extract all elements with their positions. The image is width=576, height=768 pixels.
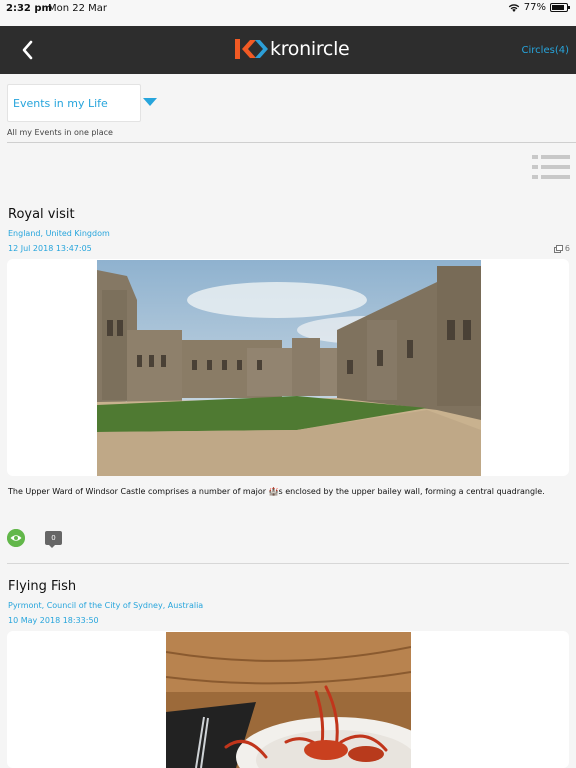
media-count: 6: [553, 244, 570, 253]
event-filter-dropdown[interactable]: Events in my Life: [7, 84, 141, 122]
nav-bar: kronircle Circles(4): [0, 26, 576, 74]
status-date: Mon 22 Mar: [48, 3, 108, 14]
event-divider: [7, 563, 569, 564]
event-location[interactable]: Pyrmont, Council of the City of Sydney, …: [8, 601, 203, 610]
crayfish-dish-photo[interactable]: [166, 632, 411, 768]
event-photo-card[interactable]: [7, 631, 569, 768]
battery-level: [552, 5, 564, 10]
status-time: 2:32 pm: [6, 3, 52, 14]
app-logo: kronircle: [233, 37, 350, 61]
battery-icon: [550, 3, 570, 12]
back-chevron-icon[interactable]: [16, 38, 40, 62]
event-title[interactable]: Royal visit: [8, 207, 75, 222]
event-datetime: 12 Jul 2018 13:47:05: [8, 244, 92, 253]
event-photo-card[interactable]: [7, 259, 569, 476]
section-divider: [7, 142, 576, 143]
comment-count-badge[interactable]: 0: [45, 531, 62, 548]
caret-down-icon[interactable]: [143, 98, 157, 106]
media-count-value: 6: [564, 244, 570, 253]
filter-selected: Events in my Life: [13, 97, 108, 110]
list-view-icon[interactable]: [532, 155, 570, 179]
wifi-icon: [508, 4, 519, 12]
event-datetime: 10 May 2018 18:33:50: [8, 616, 99, 625]
app-name: kronircle: [270, 38, 350, 60]
circles-link[interactable]: Circles(4): [522, 45, 569, 56]
gallery-icon: [553, 244, 563, 253]
filter-subtitle: All my Events in one place: [7, 128, 113, 137]
event-feed-screen: 2:32 pm Mon 22 Mar 77% kronircle Circles…: [0, 0, 576, 768]
event-location[interactable]: England, United Kingdom: [8, 229, 110, 238]
event-description: The Upper Ward of Windsor Castle compris…: [8, 487, 545, 496]
kronircle-logo-icon: [235, 39, 268, 59]
battery-percent: 77%: [523, 2, 546, 13]
eye-icon[interactable]: [7, 529, 25, 547]
status-bar: 2:32 pm Mon 22 Mar 77%: [0, 0, 576, 26]
status-indicators: 77%: [508, 2, 570, 13]
windsor-castle-photo[interactable]: [97, 260, 481, 476]
event-title[interactable]: Flying Fish: [8, 579, 76, 594]
